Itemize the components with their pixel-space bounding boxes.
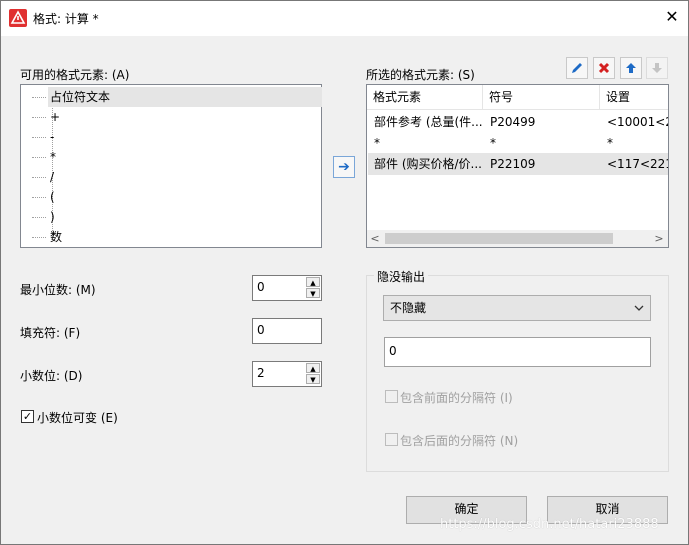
horizontal-scrollbar[interactable]: < > bbox=[367, 230, 668, 247]
warning-app-icon bbox=[9, 9, 27, 27]
arrow-up-icon bbox=[626, 63, 636, 73]
tree-item-label: 数 bbox=[50, 230, 63, 244]
tree-connector bbox=[32, 237, 46, 238]
tree-item-label: ) bbox=[50, 210, 55, 224]
title-bar bbox=[0, 0, 689, 36]
spin-down-icon[interactable]: ▼ bbox=[306, 288, 320, 298]
tree-item[interactable]: 数 bbox=[21, 227, 321, 247]
tree-item[interactable]: ( bbox=[21, 187, 321, 207]
spin-up-icon[interactable]: ▲ bbox=[306, 277, 320, 287]
edit-element-button[interactable] bbox=[566, 57, 588, 79]
include-after-label: 包含后面的分隔符 (N) bbox=[400, 434, 519, 448]
include-before-label: 包含前面的分隔符 (I) bbox=[400, 391, 513, 405]
move-down-button[interactable] bbox=[646, 57, 668, 79]
available-elements-tree[interactable]: 占位符文本 + - * / ( ) 数 bbox=[20, 84, 322, 248]
tree-connector bbox=[32, 177, 46, 178]
spin-down-icon[interactable]: ▼ bbox=[306, 374, 320, 384]
tree-item-label: - bbox=[50, 130, 55, 144]
move-up-button[interactable] bbox=[620, 57, 642, 79]
red-x-icon bbox=[598, 62, 610, 74]
tree-item[interactable]: ) bbox=[21, 207, 321, 227]
decimals-spinner[interactable]: 2 ▲ ▼ bbox=[252, 361, 322, 387]
tree-item[interactable]: 占位符文本 bbox=[21, 87, 322, 107]
hide-output-input[interactable]: 0 bbox=[384, 337, 651, 367]
selected-elements-label: 所选的格式元素: (S) bbox=[366, 68, 475, 82]
cell-settings: <117<221( bbox=[607, 157, 668, 171]
tree-item[interactable]: * bbox=[21, 147, 321, 167]
tree-connector bbox=[32, 97, 46, 98]
table-row[interactable]: 部件 (购买价格/价... P22109 <117<221( bbox=[368, 153, 668, 175]
min-digits-spinner[interactable]: 0 ▲ ▼ bbox=[252, 275, 322, 301]
cell-symbol: * bbox=[490, 136, 496, 150]
cell-element: * bbox=[374, 136, 380, 150]
hide-mode-select[interactable]: 不隐藏 bbox=[383, 295, 651, 321]
table-row[interactable]: 部件参考 (总量(件... P20499 <10001<2( bbox=[368, 111, 668, 133]
tree-item[interactable]: / bbox=[21, 167, 321, 187]
variable-decimals-checkbox[interactable]: ✓ bbox=[21, 410, 34, 423]
tree-item-label: / bbox=[50, 170, 55, 184]
available-elements-label: 可用的格式元素: (A) bbox=[20, 68, 130, 82]
tree-connector bbox=[32, 137, 46, 138]
tree-item-label: ( bbox=[50, 190, 55, 204]
table-row[interactable]: * * * bbox=[368, 132, 668, 154]
hide-output-label: 隐没输出 bbox=[374, 268, 429, 285]
column-header-symbol[interactable]: 符号 bbox=[483, 85, 600, 109]
min-digits-input[interactable]: 0 bbox=[253, 276, 305, 300]
arrow-right-icon: ➔ bbox=[338, 159, 350, 175]
arrow-down-icon bbox=[652, 63, 662, 73]
include-before-checkbox[interactable] bbox=[385, 390, 398, 403]
tree-item-label: + bbox=[50, 110, 61, 124]
tree-item[interactable]: - bbox=[21, 127, 321, 147]
chevron-down-icon bbox=[634, 305, 644, 311]
scroll-right-icon[interactable]: > bbox=[653, 230, 665, 247]
tree-connector bbox=[32, 157, 46, 158]
fill-char-label: 填充符: (F) bbox=[20, 326, 81, 340]
window-title: 格式: 计算 * bbox=[33, 12, 99, 26]
close-icon[interactable]: ✕ bbox=[660, 5, 684, 29]
delete-element-button[interactable] bbox=[593, 57, 615, 79]
scrollbar-thumb[interactable] bbox=[385, 233, 613, 244]
add-element-button[interactable]: ➔ bbox=[333, 156, 355, 178]
cell-symbol: P22109 bbox=[490, 157, 536, 171]
scroll-left-icon[interactable]: < bbox=[369, 230, 381, 247]
cell-element: 部件 (购买价格/价... bbox=[374, 157, 482, 171]
decimals-label: 小数位: (D) bbox=[20, 369, 83, 383]
tree-item[interactable]: + bbox=[21, 107, 321, 127]
spin-up-icon[interactable]: ▲ bbox=[306, 363, 320, 373]
selected-elements-grid[interactable]: 格式元素 符号 设置 部件参考 (总量(件... P20499 <10001<2… bbox=[366, 84, 669, 248]
min-digits-label: 最小位数: (M) bbox=[20, 283, 96, 297]
decimals-input[interactable]: 2 bbox=[253, 362, 305, 386]
cell-settings: <10001<2( bbox=[607, 115, 668, 129]
variable-decimals-label: 小数位可变 (E) bbox=[37, 411, 118, 425]
tree-connector bbox=[32, 117, 46, 118]
tree-connector bbox=[32, 197, 46, 198]
tree-connector bbox=[32, 217, 46, 218]
pencil-icon bbox=[572, 63, 582, 73]
cell-symbol: P20499 bbox=[490, 115, 536, 129]
tree-item-label: * bbox=[50, 150, 56, 164]
cell-settings: * bbox=[607, 136, 613, 150]
include-after-checkbox[interactable] bbox=[385, 433, 398, 446]
grid-header: 格式元素 符号 设置 bbox=[367, 85, 668, 110]
column-header-element[interactable]: 格式元素 bbox=[367, 85, 483, 109]
watermark-text: https://blog.csdn.net/hatari23888 bbox=[440, 517, 659, 532]
fill-char-input[interactable]: 0 bbox=[252, 318, 322, 344]
hide-mode-value: 不隐藏 bbox=[390, 301, 427, 315]
cell-element: 部件参考 (总量(件... bbox=[374, 115, 483, 129]
column-header-settings[interactable]: 设置 bbox=[600, 85, 668, 109]
tree-item-label: 占位符文本 bbox=[48, 87, 322, 107]
